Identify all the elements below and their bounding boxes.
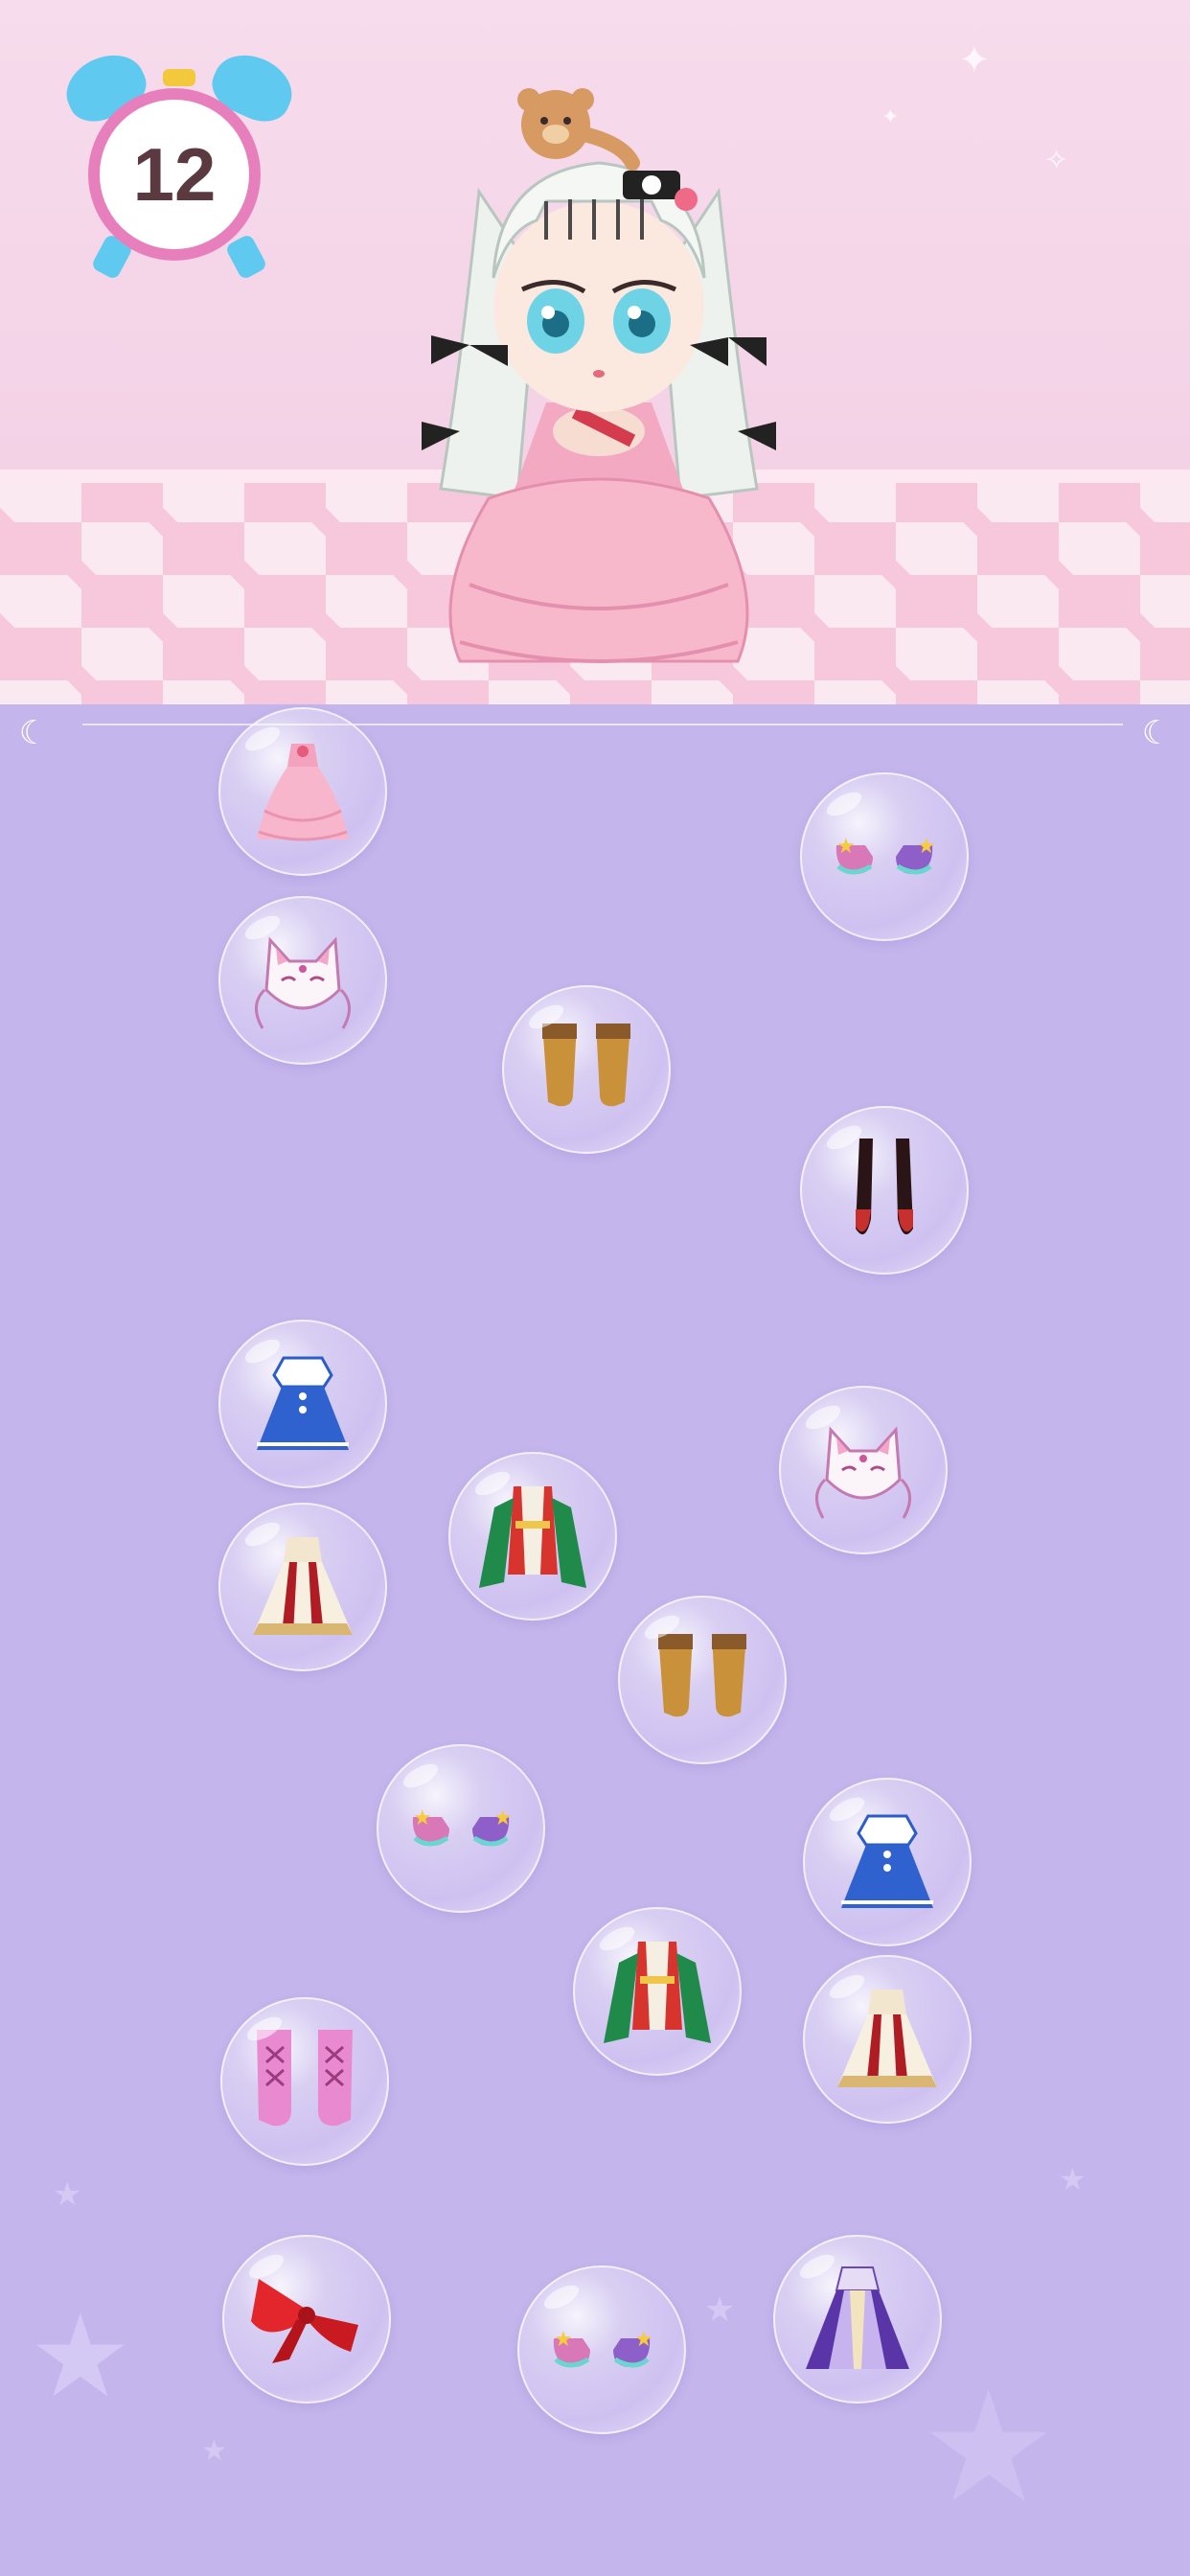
item-bubble-pink-gown[interactable] — [218, 707, 387, 876]
item-bubble-gold-red-gown-2[interactable] — [803, 1955, 972, 2124]
item-bubble-pink-lace-boots[interactable] — [220, 1997, 389, 2166]
star-icon: ★ — [920, 2358, 1058, 2537]
star-icon: ★ — [201, 2434, 227, 2468]
item-bubble-blue-sailor-dress[interactable] — [218, 1320, 387, 1488]
pink-gown-icon — [236, 724, 370, 859]
timer: 12 — [57, 43, 302, 288]
item-bubble-red-green-hanfu[interactable] — [448, 1452, 617, 1621]
timer-face: 12 — [88, 88, 261, 261]
tan-boots-icon — [635, 1613, 769, 1747]
fox-mask-icon — [796, 1403, 930, 1537]
timer-leg — [224, 233, 268, 281]
sparkle-icon: ✦ — [881, 105, 900, 129]
lavender-robe-icon — [790, 2252, 925, 2386]
fox-mask-icon — [236, 913, 370, 1047]
item-bubble-tan-boots-2[interactable] — [618, 1596, 787, 1764]
item-bubble-purple-shoes[interactable] — [800, 772, 969, 941]
item-bubble-fox-mask-2[interactable] — [779, 1386, 948, 1554]
red-bow-icon — [240, 2252, 374, 2386]
item-bubble-blue-sailor-dress-2[interactable] — [803, 1778, 972, 1946]
item-bubble-red-bow[interactable] — [222, 2235, 391, 2404]
item-bubble-red-green-hanfu-2[interactable] — [573, 1907, 742, 2076]
hanfu-icon — [590, 1924, 724, 2058]
item-bubble-gold-red-gown[interactable] — [218, 1503, 387, 1671]
moon-star-icon: ☾ — [18, 714, 49, 752]
blue-sailor-dress-icon — [820, 1795, 954, 1929]
item-bubble-purple-shoes-3[interactable] — [517, 2266, 686, 2434]
tan-boots-icon — [519, 1002, 653, 1137]
item-bubble-lavender-robe[interactable] — [773, 2235, 942, 2404]
moon-star-icon: ☾ — [1141, 714, 1172, 752]
item-bubble-fox-mask[interactable] — [218, 896, 387, 1065]
black-red-stockings-icon — [817, 1123, 951, 1257]
timer-button-icon — [163, 69, 195, 86]
item-bubble-black-red-stockings[interactable] — [800, 1106, 969, 1275]
star-icon: ★ — [1059, 2161, 1087, 2197]
blue-sailor-dress-icon — [236, 1337, 370, 1471]
timer-value: 12 — [132, 131, 217, 217]
star-icon: ★ — [53, 2175, 82, 2214]
doll-character — [422, 88, 776, 663]
item-bubble-purple-shoes-2[interactable] — [377, 1744, 545, 1913]
item-bubble-tan-boots[interactable] — [502, 985, 671, 1154]
purple-shoes-icon — [817, 790, 951, 924]
gold-red-gown-icon — [236, 1520, 370, 1654]
hanfu-icon — [466, 1469, 600, 1603]
purple-shoes-icon — [535, 2283, 669, 2417]
star-icon: ★ — [29, 2290, 132, 2424]
purple-shoes-icon — [394, 1761, 528, 1896]
pink-boots-icon — [238, 2014, 372, 2149]
gold-red-gown-icon — [820, 1972, 954, 2106]
character-stage: ✦ ✧ ✦ 12 — [0, 0, 1190, 704]
sparkle-icon: ✦ — [958, 38, 991, 82]
sparkle-icon: ✧ — [1044, 144, 1069, 177]
star-icon: ★ — [704, 2290, 736, 2330]
